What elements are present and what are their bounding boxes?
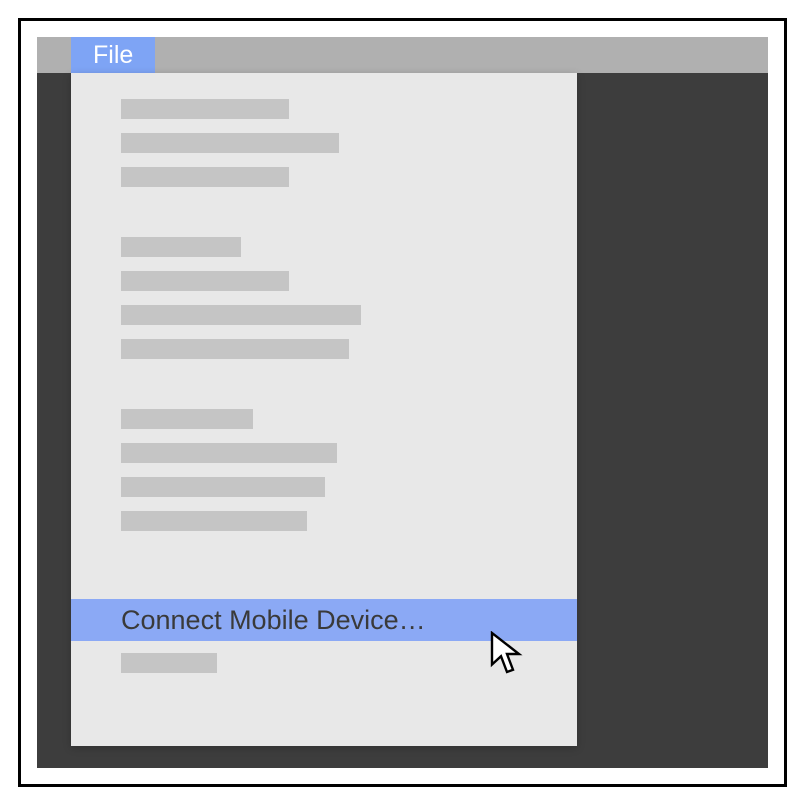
menu-file[interactable]: File xyxy=(71,37,155,73)
menu-group-1 xyxy=(71,73,577,211)
menu-item-placeholder[interactable] xyxy=(121,237,241,257)
menu-item-placeholder[interactable] xyxy=(121,99,289,119)
menu-item-placeholder[interactable] xyxy=(121,339,349,359)
menu-group-4 xyxy=(71,647,577,697)
menu-item-placeholder[interactable] xyxy=(121,511,307,531)
menu-item-placeholder[interactable] xyxy=(121,167,289,187)
app-shell: File Connect Mobile De xyxy=(37,37,768,768)
menu-item-placeholder[interactable] xyxy=(121,477,325,497)
file-dropdown: Connect Mobile Device… xyxy=(71,73,577,746)
menu-item-placeholder[interactable] xyxy=(121,653,217,673)
menu-item-placeholder[interactable] xyxy=(121,305,361,325)
menu-item-placeholder[interactable] xyxy=(121,133,339,153)
menu-file-label: File xyxy=(93,41,133,70)
menu-group-2 xyxy=(71,211,577,383)
menu-bar: File xyxy=(37,37,768,73)
menu-item-placeholder[interactable] xyxy=(121,271,289,291)
menu-item-placeholder[interactable] xyxy=(121,409,253,429)
window-frame: File Connect Mobile De xyxy=(18,18,787,787)
menu-item-connect-mobile-device[interactable]: Connect Mobile Device… xyxy=(71,599,577,641)
menu-group-3 xyxy=(71,383,577,555)
menu-item-label: Connect Mobile Device… xyxy=(121,605,426,636)
menu-item-placeholder[interactable] xyxy=(121,443,337,463)
